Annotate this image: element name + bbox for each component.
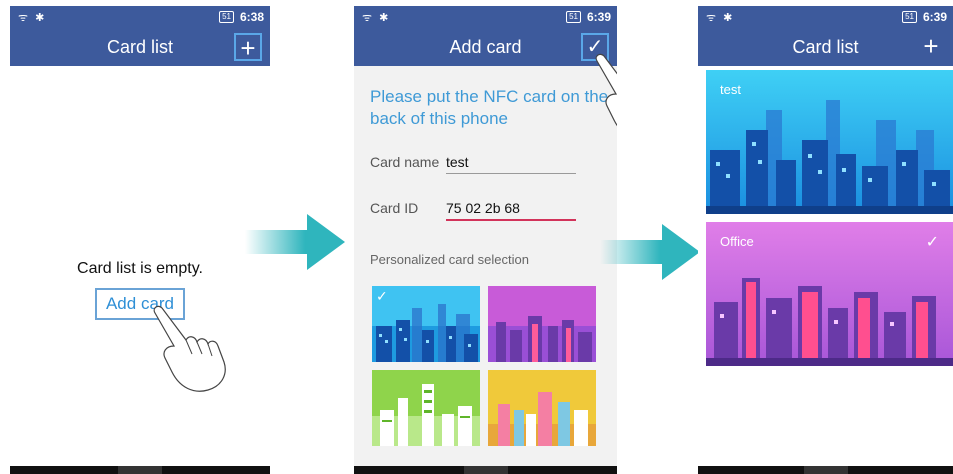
status-bar: ᯤ ✱ 51 6:39 [698,6,953,28]
pointing-hand-icon [595,53,617,127]
home-pill[interactable] [803,466,848,474]
status-bar: ᯤ ✱ 51 6:38 [10,6,270,28]
card-name-underline [446,173,576,174]
nav-bar [10,466,270,474]
add-card-plus-button[interactable]: + [917,33,945,61]
pink-city-illustration [488,286,596,362]
home-pill[interactable] [463,466,508,474]
selected-check-icon: ✓ [925,234,939,251]
battery-icon: 51 [902,11,917,23]
arrow-right-icon [245,214,345,270]
card-name-input[interactable]: test [446,154,576,175]
wifi-bluetooth-icons: ᯤ ✱ [362,12,391,24]
status-bar: ᯤ ✱ 51 6:39 [354,6,617,28]
app-bar: Add card ✓ [354,28,617,66]
battery-icon: 51 [566,11,581,23]
clock: 6:39 [586,10,611,24]
card-style-pink[interactable] [488,286,596,362]
phone-screen-card-list: ᯤ ✱ 51 6:39 Card list + test Office ✓ [698,6,953,474]
phone-screen-add-card: ᯤ ✱ 51 6:39 Add card ✓ Please put the NF… [354,6,617,474]
card-style-green[interactable] [372,370,480,446]
yellow-city-illustration [488,370,596,446]
nav-bar [354,466,617,474]
arrow-right-icon [600,224,700,280]
app-bar: Card list + [10,28,270,66]
clock: 6:39 [922,10,947,24]
card-style-blue[interactable]: ✓ [372,286,480,362]
personalized-card-heading: Personalized card selection [370,252,529,267]
card-id-underline [446,219,576,221]
card-name-label: Card name [370,154,440,170]
app-bar: Card list + [698,28,953,66]
card-item-office[interactable]: Office ✓ [706,222,953,366]
blue-city-illustration [706,70,953,214]
page-title: Card list [792,37,859,57]
card-style-yellow[interactable] [488,370,596,446]
pointing-hand-icon [153,305,226,392]
page-title: Add card [449,37,522,57]
add-card-plus-button[interactable]: + [234,33,262,61]
tutorial-stage: ᯤ ✱ 51 6:38 Card list + Card list is emp… [0,0,953,474]
blue-city-illustration [372,286,480,362]
home-pill[interactable] [118,466,162,474]
green-city-illustration [372,370,480,446]
empty-state-text: Card list is empty. [77,260,203,277]
nfc-instruction: Please put the NFC card on the back of t… [370,87,609,128]
phone-screen-card-list-empty: ᯤ ✱ 51 6:38 Card list + Card list is emp… [10,6,270,474]
card-name: Office [720,234,754,249]
card-item-test[interactable]: test [706,70,953,214]
clock: 6:38 [239,10,264,24]
card-id-input[interactable]: 75 02 2b 68 [446,200,576,221]
card-name: test [720,82,741,97]
battery-icon: 51 [219,11,234,23]
wifi-bluetooth-icons: ᯤ ✱ [706,12,735,24]
nav-bar [698,466,953,474]
page-title: Card list [106,37,173,57]
card-id-label: Card ID [370,200,419,216]
wifi-bluetooth-icons: ᯤ ✱ [18,12,47,24]
selected-check-icon: ✓ [376,288,388,304]
